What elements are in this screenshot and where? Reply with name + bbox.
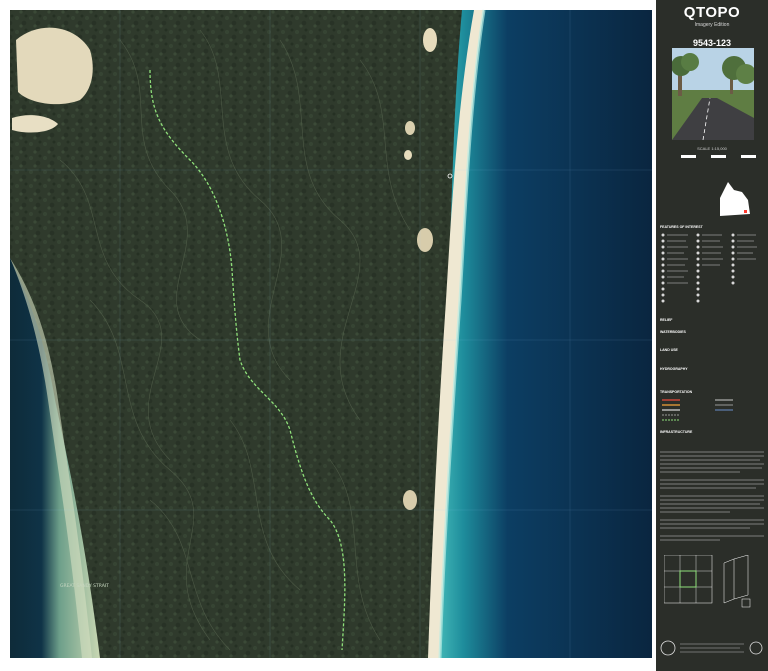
- notes-text-block: [660, 451, 764, 541]
- sand-blowout: [404, 150, 412, 160]
- map-info-panel: QTOPO Imagery Edition 9543-123 SCALE 1:1…: [656, 0, 768, 671]
- sand-blowout: [403, 490, 417, 510]
- legend-symbols: [661, 233, 757, 303]
- sand-blowout: [423, 28, 437, 52]
- product-subtitle: Imagery Edition: [694, 22, 730, 28]
- legend-heading: INFRASTRUCTURE: [660, 430, 693, 434]
- legend-heading: FEATURES OF INTEREST: [660, 225, 703, 229]
- legend-heading: RELIEF: [660, 318, 673, 322]
- footer-logos: [660, 640, 763, 656]
- strait-label: GREAT SANDY STRAIT: [60, 583, 109, 589]
- legend-heading: WATERBODIES: [660, 330, 686, 334]
- legend-heading: LAND USE: [660, 348, 678, 352]
- map-number: 9543-123: [692, 38, 732, 48]
- adjoining-sheets-index: [664, 555, 751, 608]
- product-title: QTOPO: [683, 4, 741, 21]
- transport-legend: [662, 399, 733, 421]
- legend-heading: HYDROGRAPHY: [660, 367, 688, 371]
- legend-heading: TRANSPORTATION: [660, 390, 693, 394]
- topographic-map[interactable]: GREAT SANDY STRAIT: [0, 0, 656, 671]
- cover-photo: [672, 48, 754, 140]
- sand-blowout: [405, 121, 415, 135]
- scale-text: SCALE 1:15,000: [697, 146, 727, 151]
- sand-blowout: [417, 228, 433, 252]
- state-locator-map: [720, 182, 750, 216]
- scale-bar: [666, 155, 756, 158]
